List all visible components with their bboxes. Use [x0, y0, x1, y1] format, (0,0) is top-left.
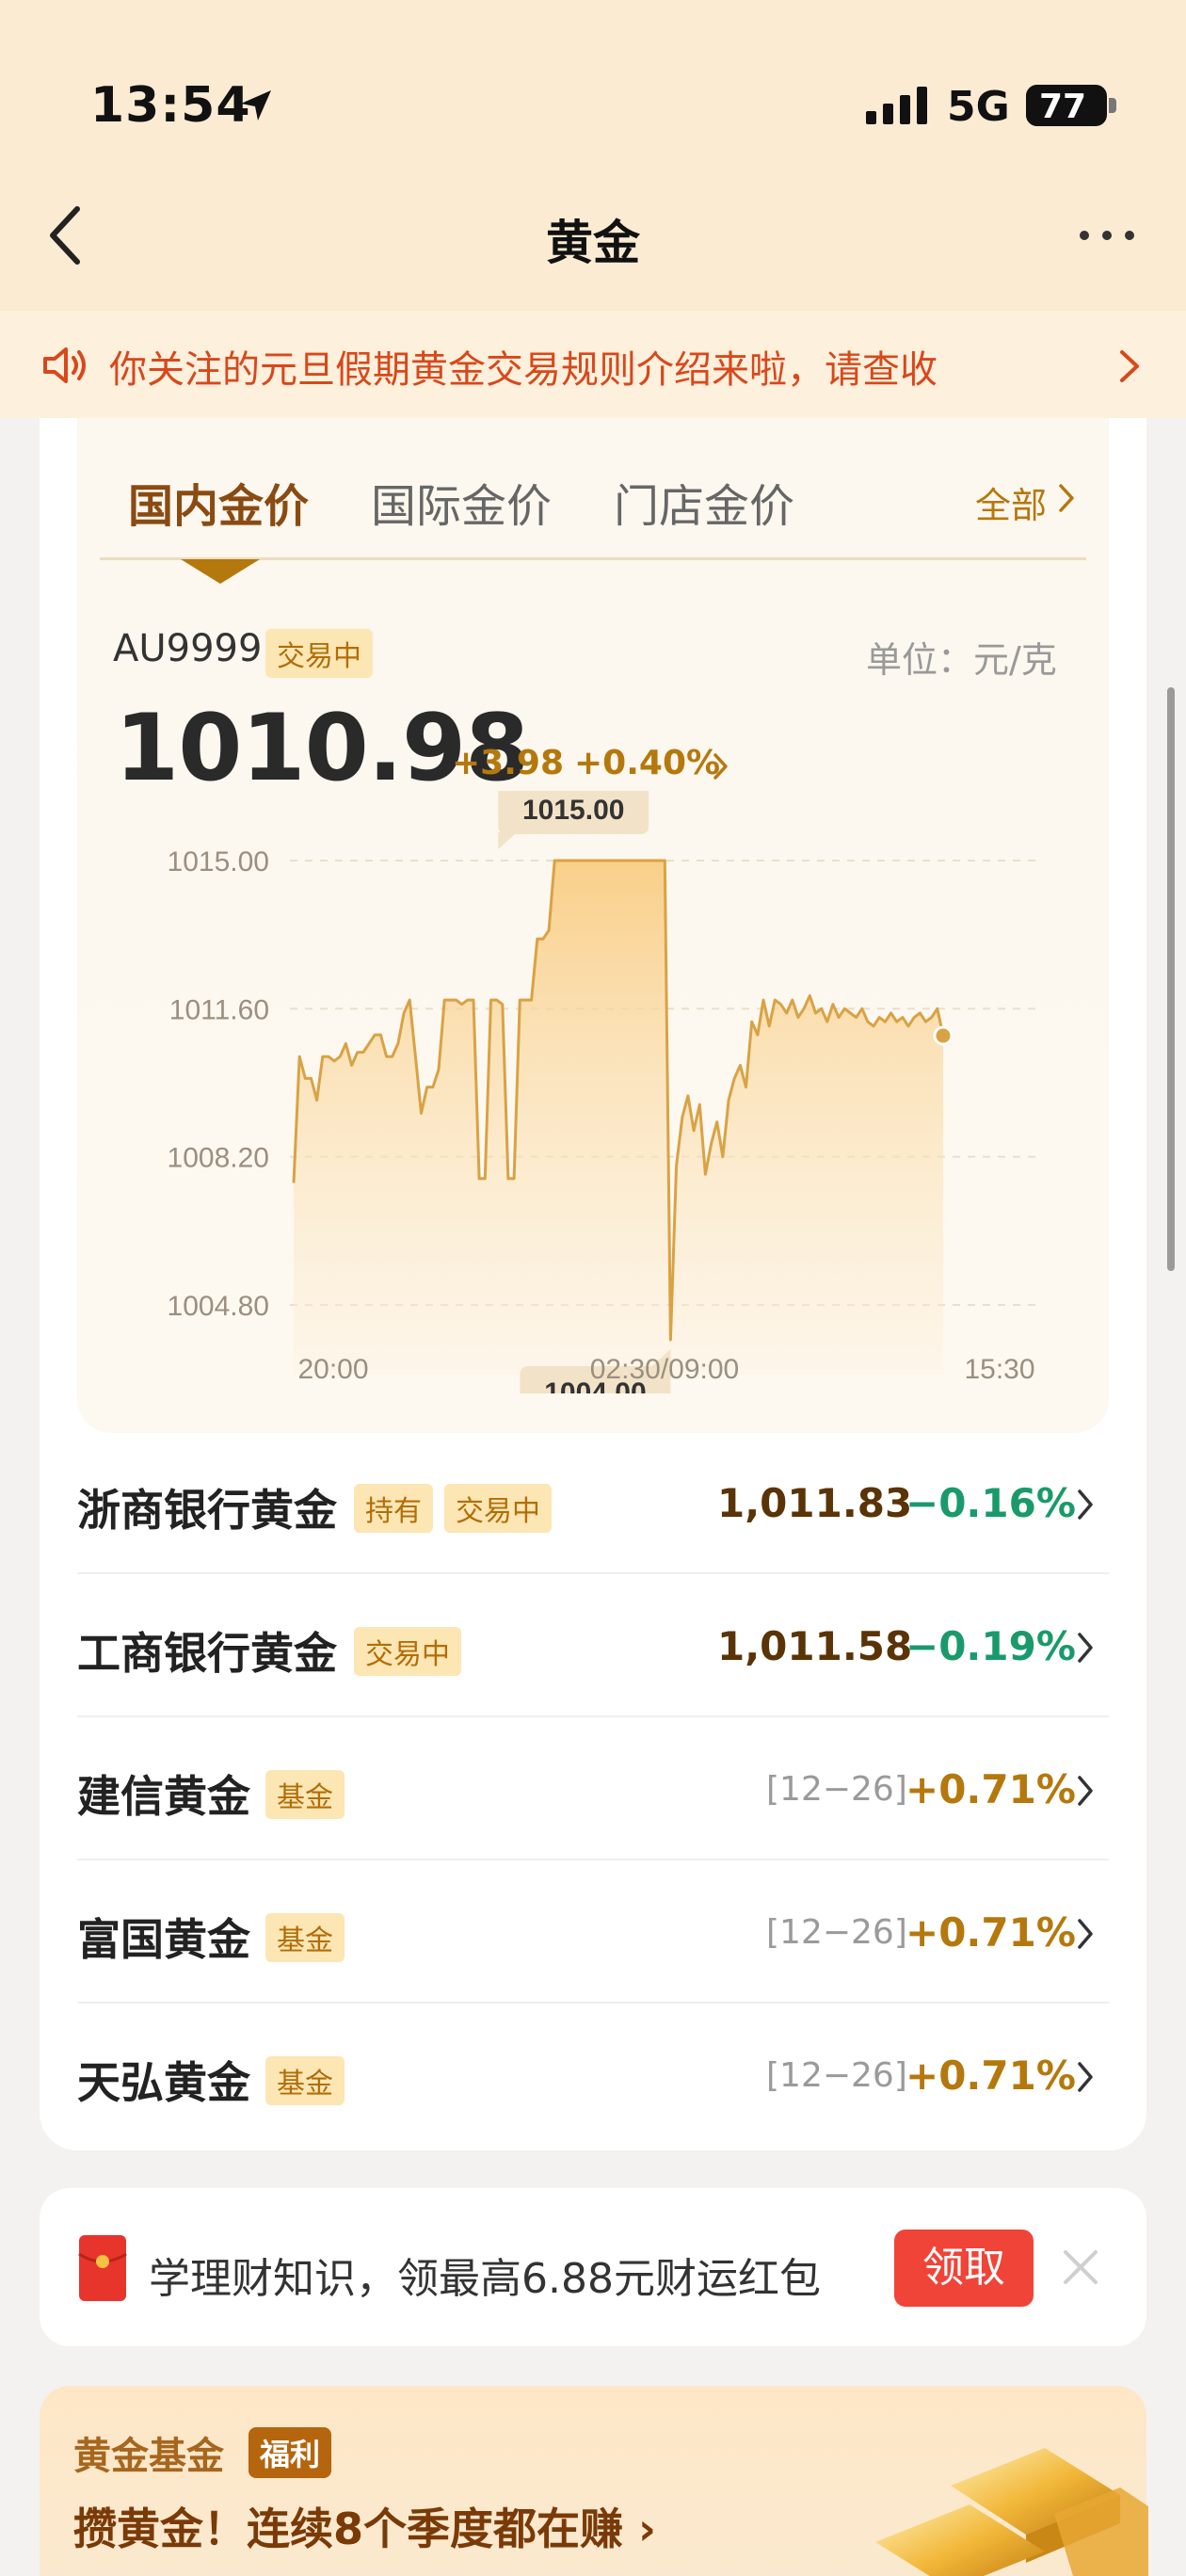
chart-high-marker: 1015.00 — [498, 791, 649, 850]
badge-fund: 基金 — [265, 1770, 345, 1819]
list-item[interactable]: 建信黄金 基金 [12−26] +0.71% — [77, 1717, 1109, 1860]
fund-headline-text: 攒黄金！连续8个季度都在赚 — [73, 2504, 624, 2554]
product-change: +0.71% — [906, 1766, 1076, 1812]
y-tick-label: 1015.00 — [168, 846, 269, 877]
tab-all-link[interactable]: 全部 — [975, 476, 1047, 528]
product-date: [12−26] — [766, 2056, 907, 2095]
y-tick-label: 1011.60 — [169, 994, 269, 1025]
chart-high-label: 1015.00 — [522, 795, 624, 826]
product-price: 1,011.83 — [717, 1480, 913, 1526]
page-title: 黄金 — [546, 216, 640, 270]
product-badges: 持有 交易中 — [354, 1484, 563, 1533]
fund-badge: 福利 — [248, 2427, 332, 2478]
x-tick-label: 15:30 — [964, 1354, 1034, 1385]
tab-store[interactable]: 门店金价 — [614, 469, 794, 535]
scrollbar[interactable] — [1167, 687, 1175, 1271]
product-badges: 基金 — [265, 1913, 356, 1962]
product-change: +0.71% — [906, 1909, 1076, 1956]
product-name: 天弘黄金 — [77, 2057, 250, 2108]
price-change-percent[interactable]: +0.40% — [574, 744, 720, 782]
y-tick-label: 1008.20 — [168, 1143, 269, 1174]
badge-holding: 持有 — [354, 1484, 433, 1533]
signal-icon — [866, 87, 927, 124]
badge-trading: 交易中 — [444, 1484, 552, 1533]
product-price: 1,011.58 — [717, 1623, 913, 1669]
fund-headline[interactable]: 攒黄金！连续8个季度都在赚 › — [73, 2495, 656, 2557]
claim-button[interactable]: 领取 — [894, 2230, 1034, 2307]
product-change: −0.16% — [906, 1480, 1076, 1526]
location-arrow-icon — [241, 90, 271, 121]
chevron-right-icon[interactable] — [712, 751, 730, 781]
chevron-right-icon — [1078, 1919, 1093, 1949]
notice-text[interactable]: 你关注的元旦假期黄金交易规则介绍来啦，请查收 — [109, 339, 938, 394]
chevron-right-icon — [1078, 2062, 1093, 2092]
x-tick-label: 20:00 — [297, 1354, 368, 1385]
product-badges: 基金 — [265, 1770, 356, 1819]
network-label: 5G — [947, 83, 1010, 131]
fund-title: 黄金基金 — [73, 2435, 224, 2478]
tab-domestic[interactable]: 国内金价 — [128, 469, 309, 535]
list-item[interactable]: 天弘黄金 基金 [12−26] +0.71% — [77, 2004, 1109, 2147]
gold-bars-icon — [875, 2448, 1148, 2576]
battery-cap — [1109, 98, 1116, 113]
chevron-right-icon: › — [623, 2504, 656, 2554]
battery-icon: 77 — [1026, 85, 1107, 126]
price-change: +3.98 — [452, 744, 564, 782]
close-icon[interactable] — [1058, 2245, 1103, 2290]
product-date: [12−26] — [766, 1913, 907, 1952]
status-time: 13:54 — [90, 77, 251, 134]
list-item[interactable]: 浙商银行黄金 持有 交易中 1,011.83 −0.16% — [77, 1431, 1109, 1574]
product-name: 建信黄金 — [77, 1771, 250, 1822]
chevron-right-icon — [1078, 1633, 1093, 1663]
list-item[interactable]: 工商银行黄金 交易中 1,011.58 −0.19% — [77, 1574, 1109, 1717]
speaker-icon — [43, 347, 86, 383]
product-badges: 交易中 — [354, 1627, 473, 1676]
x-tick-label: 02:30/09:00 — [590, 1354, 739, 1385]
product-change: +0.71% — [906, 2053, 1076, 2099]
promo-text: 学理财知识，领最高6.88元财运红包 — [149, 2255, 821, 2303]
list-item[interactable]: 富国黄金 基金 [12−26] +0.71% — [77, 1860, 1109, 2004]
battery-percent: 77 — [1038, 88, 1087, 126]
chart-area — [294, 861, 943, 1375]
product-date: [12−26] — [766, 1770, 907, 1809]
symbol-label: AU9999 — [113, 627, 263, 670]
product-name: 工商银行黄金 — [77, 1628, 337, 1679]
badge-fund: 基金 — [265, 2056, 345, 2105]
badge-fund: 基金 — [265, 1913, 345, 1962]
chevron-right-icon — [1078, 1776, 1093, 1806]
chevron-right-icon — [1078, 1489, 1093, 1520]
price-chart[interactable]: 1015.001011.601008.201004.80 1015.00 100… — [77, 791, 1109, 1393]
badge-trading: 交易中 — [354, 1627, 461, 1676]
status-badge: 交易中 — [265, 629, 373, 678]
red-packet-icon — [78, 2235, 127, 2301]
product-change: −0.19% — [906, 1623, 1076, 1669]
unit-label: 单位：元/克 — [866, 639, 1057, 681]
product-badges: 基金 — [265, 2056, 356, 2105]
product-name: 浙商银行黄金 — [77, 1485, 337, 1536]
ellipsis-icon[interactable] — [1073, 211, 1141, 260]
y-tick-label: 1004.80 — [168, 1291, 269, 1322]
tab-international[interactable]: 国际金价 — [371, 469, 552, 535]
chart-last-point — [933, 1025, 954, 1046]
product-name: 富国黄金 — [77, 1914, 250, 1965]
chevron-right-icon[interactable] — [1056, 482, 1077, 514]
chevron-right-icon[interactable] — [1114, 348, 1143, 384]
tab-indicator — [181, 559, 260, 584]
